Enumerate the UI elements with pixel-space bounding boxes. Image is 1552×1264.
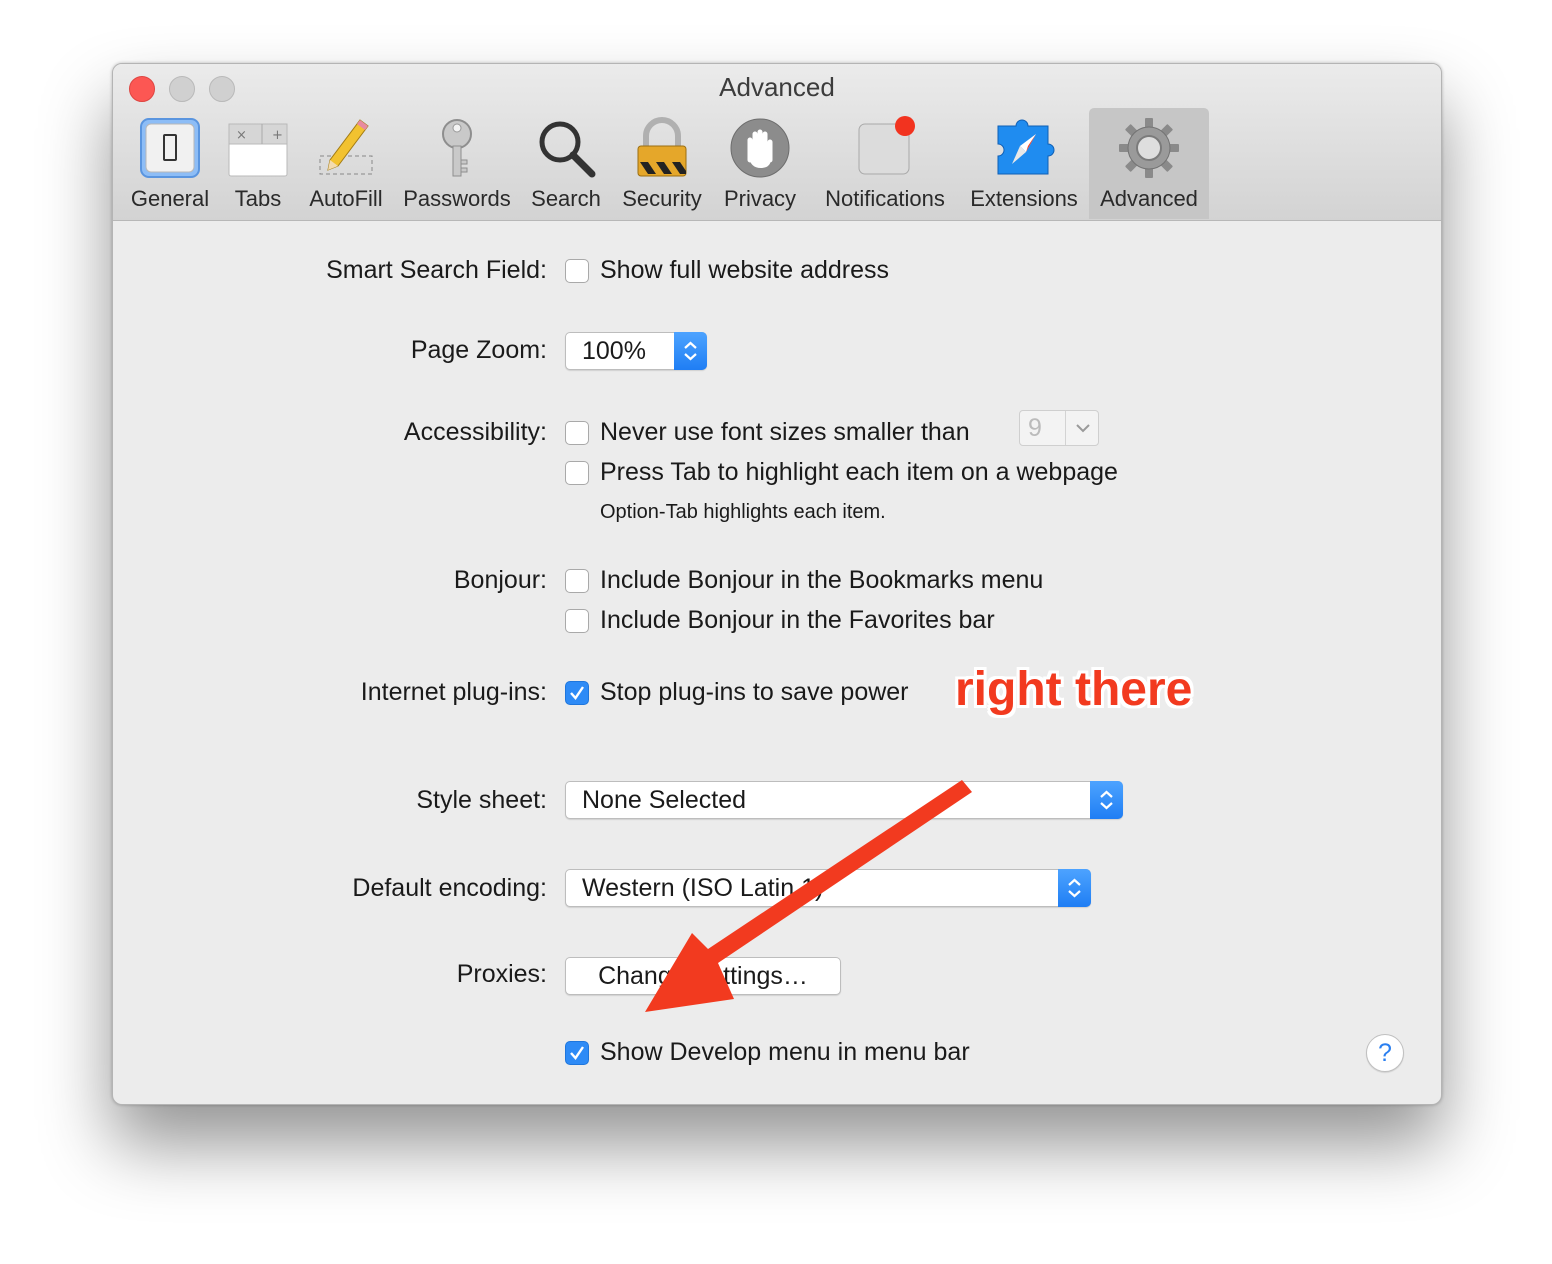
annotation-arrow	[645, 780, 972, 1012]
